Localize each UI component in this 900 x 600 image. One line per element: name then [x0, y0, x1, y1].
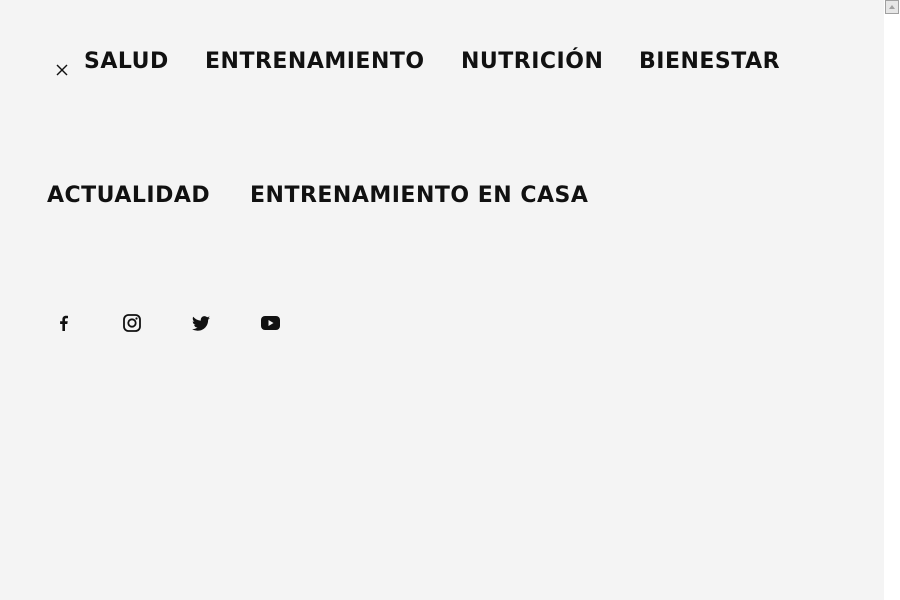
- close-icon: [56, 64, 68, 76]
- instagram-icon: [123, 314, 141, 332]
- arrow-up-icon: [889, 5, 895, 9]
- nav-link-entrenamiento-en-casa[interactable]: ENTRENAMIENTO EN CASA: [250, 182, 588, 210]
- nav-link-salud[interactable]: SALUD: [84, 48, 169, 76]
- instagram-link[interactable]: [122, 313, 142, 333]
- nav-link-bienestar[interactable]: BIENESTAR: [639, 48, 780, 76]
- close-menu-button[interactable]: [52, 60, 72, 80]
- youtube-link[interactable]: [260, 313, 280, 333]
- facebook-icon: [59, 315, 68, 331]
- facebook-link[interactable]: [53, 313, 73, 333]
- menu-overlay: SALUD ENTRENAMIENTO NUTRICIÓN BIENESTAR …: [0, 0, 884, 600]
- twitter-icon: [192, 315, 210, 331]
- youtube-icon: [260, 316, 280, 330]
- nav-link-entrenamiento[interactable]: ENTRENAMIENTO: [205, 48, 425, 76]
- nav-link-actualidad[interactable]: ACTUALIDAD: [47, 182, 210, 210]
- scrollbar[interactable]: [884, 0, 900, 600]
- twitter-link[interactable]: [191, 313, 211, 333]
- nav-link-nutricion[interactable]: NUTRICIÓN: [461, 48, 603, 76]
- scroll-up-button[interactable]: [885, 0, 899, 14]
